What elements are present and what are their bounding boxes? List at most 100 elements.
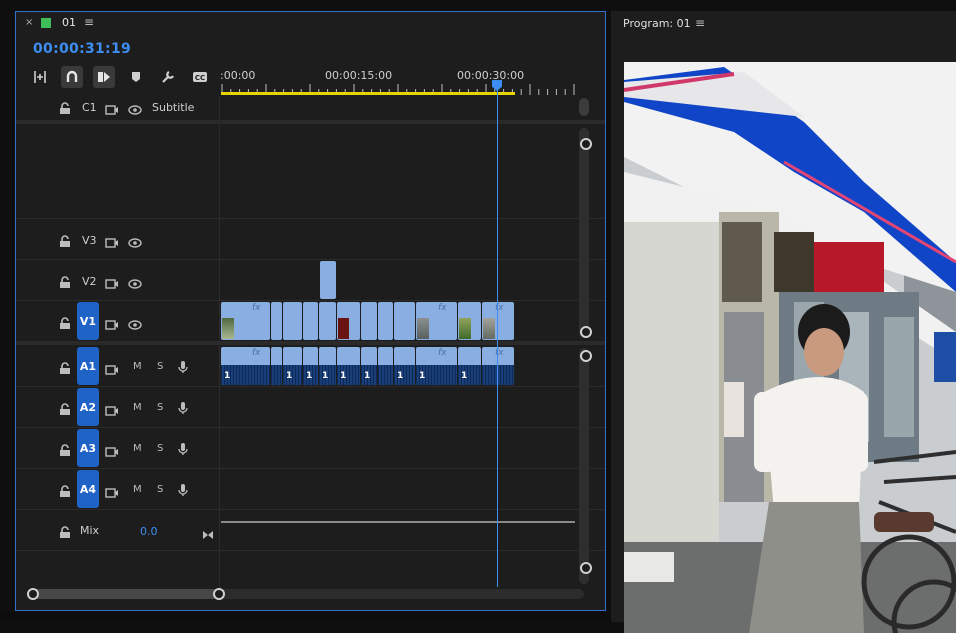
scrollbar-top-handle[interactable] bbox=[580, 138, 592, 150]
eye-icon[interactable] bbox=[128, 234, 142, 253]
audio-clip[interactable]: 1 bbox=[337, 347, 360, 385]
lock-icon[interactable] bbox=[59, 315, 71, 334]
audio-clip[interactable]: fx 1 bbox=[416, 347, 457, 385]
video-clip[interactable]: fx bbox=[416, 302, 457, 340]
zoom-scrollbar-thumb[interactable] bbox=[32, 589, 218, 599]
solo-button[interactable]: S bbox=[157, 361, 163, 372]
sequence-tab-name[interactable]: 01 bbox=[62, 16, 76, 29]
video-clip[interactable] bbox=[458, 302, 481, 340]
lock-icon[interactable] bbox=[59, 274, 71, 293]
sync-lock-icon[interactable] bbox=[105, 402, 119, 421]
playhead-line[interactable] bbox=[497, 90, 498, 587]
track-target-a3[interactable]: A3 bbox=[77, 429, 99, 467]
panel-menu-icon[interactable]: ≡ bbox=[84, 15, 94, 29]
audio-clip[interactable]: 1 bbox=[458, 347, 481, 385]
panel-menu-icon[interactable]: ≡ bbox=[695, 16, 705, 30]
audio-clip[interactable] bbox=[271, 347, 282, 385]
video-clip[interactable] bbox=[320, 261, 336, 299]
lock-icon[interactable] bbox=[59, 483, 71, 502]
lock-icon[interactable] bbox=[59, 524, 71, 543]
video-clip[interactable]: fx bbox=[221, 302, 270, 340]
audio-channel-label: 1 bbox=[397, 371, 404, 381]
track-target-v1[interactable]: V1 bbox=[77, 302, 99, 340]
video-clip[interactable] bbox=[271, 302, 282, 340]
lock-icon[interactable] bbox=[59, 233, 71, 252]
video-clip[interactable] bbox=[337, 302, 360, 340]
zoom-right-handle[interactable] bbox=[213, 588, 225, 600]
track-target-a2[interactable]: A2 bbox=[77, 388, 99, 426]
audio-clip[interactable]: 1 bbox=[394, 347, 415, 385]
sync-lock-icon[interactable] bbox=[105, 101, 119, 120]
mute-button[interactable]: M bbox=[133, 484, 142, 495]
solo-button[interactable]: S bbox=[157, 484, 163, 495]
mute-button[interactable]: M bbox=[133, 443, 142, 454]
track-target-a4[interactable]: A4 bbox=[77, 470, 99, 508]
program-monitor-title[interactable]: Program: 01 bbox=[623, 17, 691, 30]
lock-icon[interactable] bbox=[59, 100, 71, 119]
audio-clip[interactable]: 1 bbox=[319, 347, 336, 385]
sync-lock-icon[interactable] bbox=[105, 443, 119, 462]
close-tab-icon[interactable]: × bbox=[25, 17, 33, 28]
microphone-icon[interactable] bbox=[178, 482, 188, 501]
sync-lock-icon[interactable] bbox=[105, 316, 119, 335]
track-name-v2[interactable]: V2 bbox=[82, 275, 97, 288]
eye-icon[interactable] bbox=[128, 275, 142, 294]
video-clip[interactable] bbox=[319, 302, 336, 340]
lock-icon[interactable] bbox=[59, 401, 71, 420]
audio-clip[interactable]: 1 bbox=[361, 347, 377, 385]
fx-badge: fx bbox=[252, 303, 261, 313]
ripple-insert-icon[interactable] bbox=[29, 66, 51, 88]
wrench-icon[interactable] bbox=[157, 66, 179, 88]
sync-lock-icon[interactable] bbox=[105, 361, 119, 380]
video-clip[interactable]: fx bbox=[482, 302, 514, 340]
sync-lock-icon[interactable] bbox=[105, 275, 119, 294]
video-clip[interactable] bbox=[361, 302, 377, 340]
lock-icon[interactable] bbox=[59, 442, 71, 461]
eye-icon[interactable] bbox=[128, 101, 142, 120]
zoom-left-handle[interactable] bbox=[27, 588, 39, 600]
audio-channel-label: 1 bbox=[322, 371, 329, 381]
lock-icon[interactable] bbox=[59, 360, 71, 379]
scrollbar-bottom-handle[interactable] bbox=[580, 562, 592, 574]
mix-volume-line[interactable] bbox=[221, 521, 575, 523]
solo-button[interactable]: S bbox=[157, 402, 163, 413]
video-audio-divider bbox=[16, 341, 605, 345]
audio-clip[interactable]: fx bbox=[482, 347, 514, 385]
microphone-icon[interactable] bbox=[178, 441, 188, 460]
work-area-bar[interactable] bbox=[221, 92, 515, 95]
audio-clip[interactable]: 1 bbox=[303, 347, 318, 385]
video-clip[interactable] bbox=[283, 302, 302, 340]
mix-volume-value[interactable]: 0.0 bbox=[140, 525, 158, 538]
solo-button[interactable]: S bbox=[157, 443, 163, 454]
video-clip[interactable] bbox=[394, 302, 415, 340]
sync-lock-icon[interactable] bbox=[105, 234, 119, 253]
mix-pan-icon[interactable] bbox=[202, 525, 214, 544]
audio-clip[interactable]: fx 1 bbox=[221, 347, 270, 385]
caption-track-label: Subtitle bbox=[152, 101, 195, 114]
caption-scroll-handle[interactable] bbox=[579, 98, 589, 116]
playhead-timecode[interactable]: 00:00:31:19 bbox=[33, 41, 131, 57]
scrollbar-bottom-handle[interactable] bbox=[580, 326, 592, 338]
microphone-icon[interactable] bbox=[178, 400, 188, 419]
snap-magnet-icon[interactable] bbox=[61, 66, 83, 88]
audio-tracks-scrollbar[interactable] bbox=[579, 348, 589, 584]
track-name-v3[interactable]: V3 bbox=[82, 234, 97, 247]
audio-clip[interactable] bbox=[378, 347, 393, 385]
video-clip[interactable] bbox=[378, 302, 393, 340]
track-target-a1[interactable]: A1 bbox=[77, 347, 99, 385]
captions-icon[interactable]: CC bbox=[189, 66, 211, 88]
add-marker-icon[interactable] bbox=[125, 66, 147, 88]
audio-waveform bbox=[482, 365, 514, 385]
eye-icon[interactable] bbox=[128, 316, 142, 335]
program-video-frame[interactable] bbox=[624, 62, 956, 633]
sync-lock-icon[interactable] bbox=[105, 484, 119, 503]
linked-selection-icon[interactable] bbox=[93, 66, 115, 88]
mute-button[interactable]: M bbox=[133, 402, 142, 413]
audio-clip[interactable]: 1 bbox=[283, 347, 302, 385]
svg-text:CC: CC bbox=[195, 74, 205, 82]
mute-button[interactable]: M bbox=[133, 361, 142, 372]
scrollbar-top-handle[interactable] bbox=[580, 350, 592, 362]
video-tracks-scrollbar[interactable] bbox=[579, 128, 589, 338]
microphone-icon[interactable] bbox=[178, 359, 188, 378]
video-clip[interactable] bbox=[303, 302, 318, 340]
